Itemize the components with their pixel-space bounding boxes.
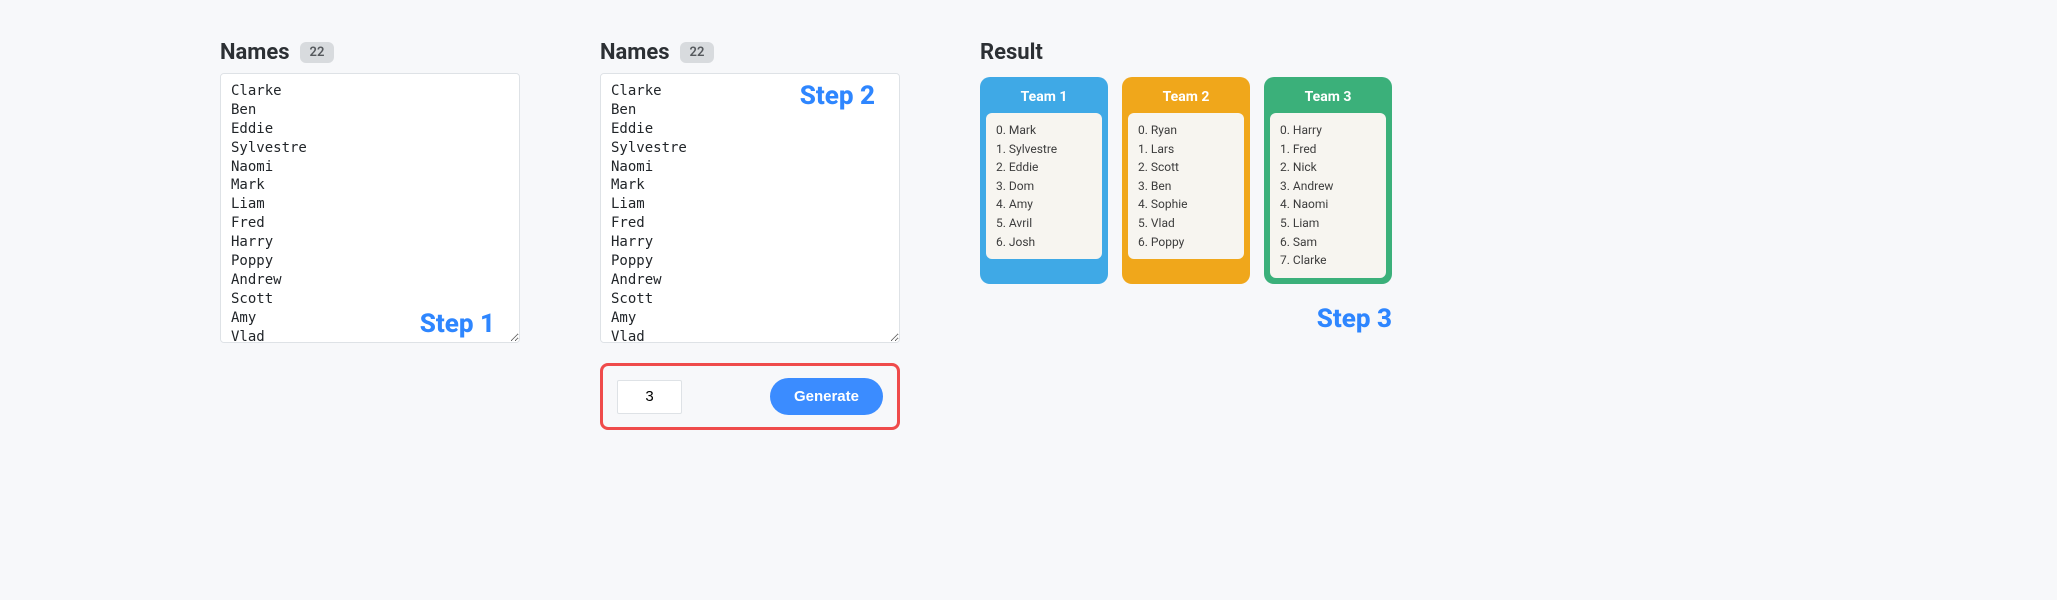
- result-title: Result: [980, 40, 1392, 65]
- team-member: 5. Vlad: [1138, 214, 1234, 233]
- team-member: 4. Naomi: [1280, 195, 1376, 214]
- teams-row: Team 10. Mark1. Sylvestre2. Eddie3. Dom4…: [980, 77, 1392, 284]
- panel2-header: Names 22: [600, 40, 900, 65]
- team-member: 6. Poppy: [1138, 233, 1234, 252]
- team-member: 2. Scott: [1138, 158, 1234, 177]
- names-textarea-2[interactable]: [600, 73, 900, 343]
- team-member: 0. Harry: [1280, 121, 1376, 140]
- team-card: Team 10. Mark1. Sylvestre2. Eddie3. Dom4…: [980, 77, 1108, 284]
- team-member: 5. Liam: [1280, 214, 1376, 233]
- step2-panel: Names 22 Step 2 Generate: [600, 40, 900, 430]
- names-textarea-1[interactable]: [220, 73, 520, 343]
- team-member: 3. Andrew: [1280, 177, 1376, 196]
- panel1-count-badge: 22: [300, 42, 335, 63]
- team-member: 4. Sophie: [1138, 195, 1234, 214]
- team-body: 0. Harry1. Fred2. Nick3. Andrew4. Naomi5…: [1270, 113, 1386, 278]
- team-member: 1. Fred: [1280, 140, 1376, 159]
- panel2-textarea-wrap: Step 2: [600, 73, 900, 347]
- team-body: 0. Ryan1. Lars2. Scott3. Ben4. Sophie5. …: [1128, 113, 1244, 259]
- generate-button[interactable]: Generate: [770, 378, 883, 415]
- team-header: Team 3: [1270, 83, 1386, 113]
- step3-label: Step 3: [980, 304, 1392, 334]
- team-member: 3. Ben: [1138, 177, 1234, 196]
- panel2-title: Names: [600, 40, 670, 65]
- team-member: 0. Ryan: [1138, 121, 1234, 140]
- team-member: 5. Avril: [996, 214, 1092, 233]
- panel1-textarea-wrap: Step 1: [220, 73, 520, 347]
- step1-panel: Names 22 Step 1: [220, 40, 520, 347]
- team-count-input[interactable]: [617, 380, 682, 414]
- team-card: Team 20. Ryan1. Lars2. Scott3. Ben4. Sop…: [1122, 77, 1250, 284]
- panel1-title: Names: [220, 40, 290, 65]
- result-panel: Result Team 10. Mark1. Sylvestre2. Eddie…: [980, 40, 1392, 334]
- team-member: 6. Josh: [996, 233, 1092, 252]
- team-member: 0. Mark: [996, 121, 1092, 140]
- team-header: Team 1: [986, 83, 1102, 113]
- team-header: Team 2: [1128, 83, 1244, 113]
- team-body: 0. Mark1. Sylvestre2. Eddie3. Dom4. Amy5…: [986, 113, 1102, 259]
- team-member: 2. Nick: [1280, 158, 1376, 177]
- controls-row: Generate: [600, 363, 900, 430]
- panel2-count-badge: 22: [680, 42, 715, 63]
- panel1-header: Names 22: [220, 40, 520, 65]
- team-member: 4. Amy: [996, 195, 1092, 214]
- team-member: 7. Clarke: [1280, 251, 1376, 270]
- team-member: 1. Lars: [1138, 140, 1234, 159]
- team-member: 2. Eddie: [996, 158, 1092, 177]
- team-card: Team 30. Harry1. Fred2. Nick3. Andrew4. …: [1264, 77, 1392, 284]
- team-member: 6. Sam: [1280, 233, 1376, 252]
- team-member: 3. Dom: [996, 177, 1092, 196]
- team-member: 1. Sylvestre: [996, 140, 1092, 159]
